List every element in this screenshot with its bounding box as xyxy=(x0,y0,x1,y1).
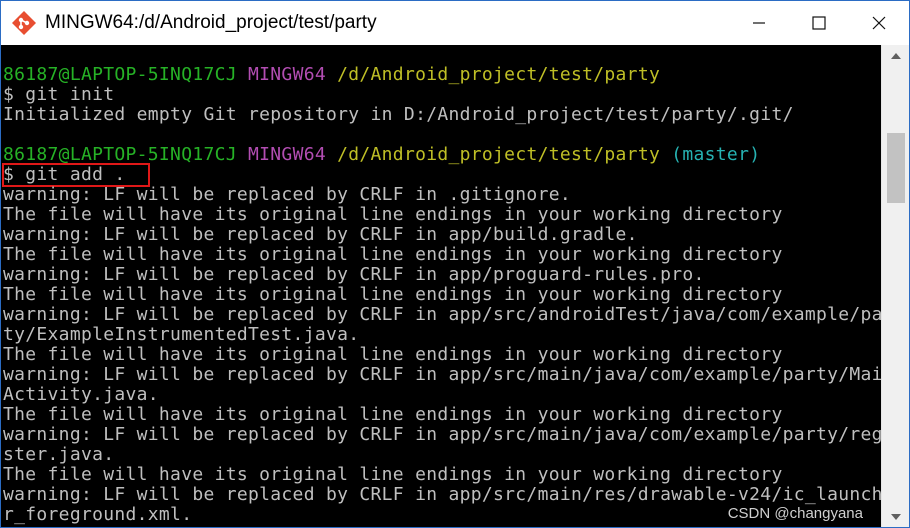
output-line: warning: LF will be replaced by CRLF in … xyxy=(3,424,881,445)
prompt-line: 86187@LAPTOP-5INQ17CJ MINGW64 /d/Android… xyxy=(3,145,760,165)
git-bash-icon xyxy=(9,8,39,38)
maximize-icon xyxy=(812,16,826,30)
output-line: warning: LF will be replaced by CRLF in … xyxy=(3,364,881,385)
prompt-user: 86187@LAPTOP-5INQ17CJ xyxy=(3,144,237,165)
prompt-branch: (master) xyxy=(671,144,761,165)
output-line: Activity.java. xyxy=(3,384,159,405)
prompt-line: 86187@LAPTOP-5INQ17CJ MINGW64 /d/Android… xyxy=(3,65,660,85)
watermark: CSDN @changyana xyxy=(727,505,863,522)
output-line: ty/ExampleInstrumentedTest.java. xyxy=(3,324,360,345)
output-line: The file will have its original line end… xyxy=(3,244,783,265)
prompt-path: /d/Android_project/test/party xyxy=(337,144,661,165)
output-line: The file will have its original line end… xyxy=(3,284,783,305)
minimize-icon xyxy=(753,22,765,24)
output-line: warning: LF will be replaced by CRLF in … xyxy=(3,264,705,285)
output-line: r_foreground.xml. xyxy=(3,504,193,525)
output-line: warning: LF will be replaced by CRLF in … xyxy=(3,304,881,325)
output-line: The file will have its original line end… xyxy=(3,204,783,225)
output-line: Initialized empty Git repository in D:/A… xyxy=(3,104,794,125)
output-line: ster.java. xyxy=(3,444,115,465)
prompt-env: MINGW64 xyxy=(248,64,326,85)
output-line: warning: LF will be replaced by CRLF in … xyxy=(3,184,571,205)
prompt-path: /d/Android_project/test/party xyxy=(337,64,661,85)
vertical-scrollbar[interactable] xyxy=(881,45,909,527)
window-controls xyxy=(729,1,909,45)
output-line: warning: LF will be replaced by CRLF in … xyxy=(3,224,638,245)
window-title: MINGW64:/d/Android_project/test/party xyxy=(45,12,377,33)
command-line: $ git init xyxy=(3,84,115,105)
close-button[interactable] xyxy=(849,1,909,45)
scroll-up-button[interactable] xyxy=(882,45,909,67)
scrollbar-thumb[interactable] xyxy=(887,133,905,203)
title-bar[interactable]: MINGW64:/d/Android_project/test/party xyxy=(1,1,909,45)
output-line: The file will have its original line end… xyxy=(3,404,783,425)
prompt-user: 86187@LAPTOP-5INQ17CJ xyxy=(3,64,237,85)
scroll-down-button[interactable] xyxy=(882,506,909,527)
output-line: The file will have its original line end… xyxy=(3,464,783,485)
output-line: warning: LF will be replaced by CRLF in … xyxy=(3,484,881,505)
maximize-button[interactable] xyxy=(789,1,849,45)
terminal-window: MINGW64:/d/Android_project/test/party 86… xyxy=(0,0,910,528)
prompt-env: MINGW64 xyxy=(248,144,326,165)
output-line: The file will have its original line end… xyxy=(3,344,783,365)
close-icon xyxy=(872,16,886,30)
minimize-button[interactable] xyxy=(729,1,789,45)
chevron-down-icon xyxy=(891,514,901,520)
chevron-up-icon xyxy=(891,53,901,59)
terminal-output[interactable]: 86187@LAPTOP-5INQ17CJ MINGW64 /d/Android… xyxy=(1,45,881,527)
